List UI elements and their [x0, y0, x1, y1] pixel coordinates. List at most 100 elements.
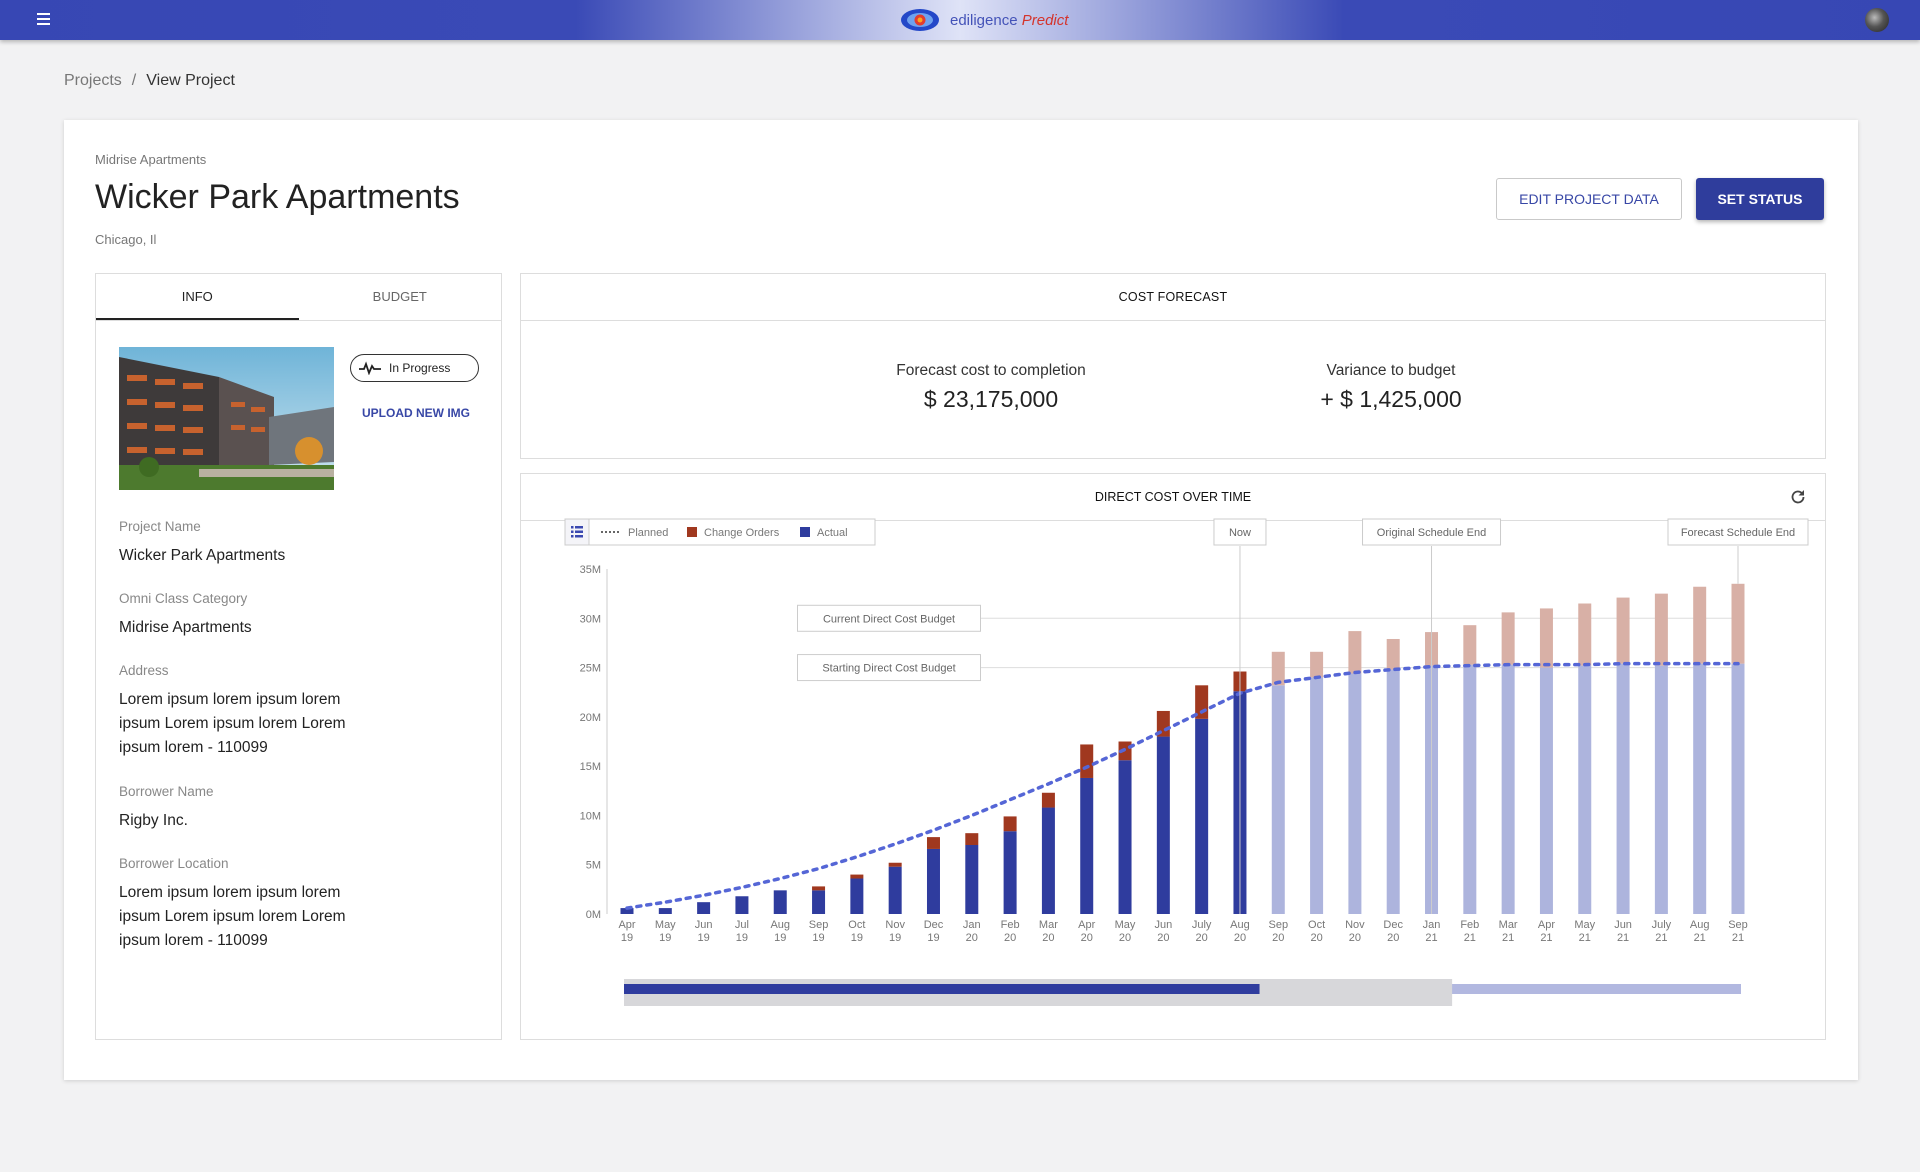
actual-bar	[773, 890, 787, 914]
x-tick-label-month: Nov	[1345, 919, 1365, 931]
eye-logo-icon	[901, 9, 939, 31]
legend-toggle-icon-dot	[571, 530, 574, 533]
change-order-bar	[812, 886, 826, 891]
x-tick-label-month: Feb	[1460, 919, 1479, 931]
x-tick-label-year: 19	[621, 932, 633, 944]
change-order-bar	[1654, 593, 1668, 666]
x-tick-label-month: Mar	[1039, 919, 1058, 931]
x-tick-label-year: 20	[966, 932, 978, 944]
x-tick-label-year: 19	[927, 932, 939, 944]
brand[interactable]: ediligence Predict	[900, 7, 1068, 33]
actual-bar	[1041, 807, 1055, 914]
project-location: Chicago, Il	[95, 232, 157, 247]
x-tick-label-year: 20	[1042, 932, 1054, 944]
field-label: Omni Class Category	[119, 591, 248, 606]
x-tick-label-month: Mar	[1499, 919, 1518, 931]
change-order-bar	[1731, 583, 1745, 664]
actual-bar	[735, 896, 749, 914]
change-order-bar	[1463, 625, 1477, 665]
x-tick-label-month: Oct	[848, 919, 865, 931]
direct-cost-chart-panel: DIRECT COST OVER TIME 0M 5M 10M 15M 20M 25M 30…	[520, 473, 1826, 1040]
cost-forecast-panel: COST FORECAST Forecast cost to completio…	[520, 273, 1826, 459]
actual-bar	[1310, 677, 1324, 914]
activity-pulse-icon	[359, 361, 381, 375]
x-tick-label-year: 20	[1081, 932, 1093, 944]
range-actual-fill	[624, 984, 1260, 994]
legend-toggle-icon-bar	[575, 526, 583, 529]
x-tick-label-month: Dec	[1383, 919, 1403, 931]
breadcrumb: Projects / View Project	[64, 72, 235, 90]
change-order-bar	[850, 874, 864, 879]
x-tick-label-year: 21	[1617, 932, 1629, 944]
tab-budget[interactable]: BUDGET	[299, 274, 502, 320]
field-label: Project Name	[119, 519, 201, 534]
x-tick-label-month: Sep	[1268, 919, 1288, 931]
change-order-bar	[1080, 744, 1094, 778]
top-app-bar: ediligence Predict	[0, 0, 1920, 40]
change-order-bar	[1578, 603, 1592, 666]
x-tick-label-month: Feb	[1001, 919, 1020, 931]
hamburger-menu-icon[interactable]	[37, 13, 50, 25]
change-order-bar	[1501, 612, 1515, 665]
project-image	[119, 347, 334, 490]
info-tabs: INFO BUDGET	[96, 274, 501, 321]
status-pill[interactable]: In Progress	[350, 354, 479, 382]
variance-metric: Variance to budget + $ 1,425,000	[1271, 362, 1511, 413]
change-order-bar	[888, 862, 902, 867]
x-tick-label-year: 19	[812, 932, 824, 944]
x-tick-label-year: 20	[1119, 932, 1131, 944]
actual-bar	[812, 890, 826, 914]
field-value: Lorem ipsum lorem ipsum lorem ipsum Lore…	[119, 691, 346, 756]
change-order-bar	[1693, 586, 1707, 664]
starting-budget-annotation-label: Starting Direct Cost Budget	[822, 663, 955, 675]
field-omni-class-category: Omni Class Category Midrise Apartments	[119, 591, 369, 640]
x-tick-label-year: 19	[736, 932, 748, 944]
breadcrumb-current: View Project	[146, 72, 235, 89]
x-tick-label-month: May	[1115, 919, 1136, 931]
change-order-bar	[1310, 651, 1324, 678]
legend-toggle-icon-bar	[575, 530, 583, 533]
x-tick-label-year: 20	[1387, 932, 1399, 944]
actual-bar	[1501, 664, 1515, 914]
x-tick-label-year: 21	[1464, 932, 1476, 944]
edit-project-data-button[interactable]: EDIT PROJECT DATA	[1496, 178, 1682, 220]
x-tick-label-month: July	[1652, 919, 1672, 931]
x-tick-label-year: 21	[1502, 932, 1514, 944]
x-tick-label-year: 21	[1579, 932, 1591, 944]
breadcrumb-projects-link[interactable]: Projects	[64, 72, 122, 90]
forecast-completion-metric: Forecast cost to completion $ 23,175,000	[851, 362, 1131, 413]
forecast-schedule-end-annotation-label: Forecast Schedule End	[1681, 527, 1795, 539]
project-card: Midrise Apartments Wicker Park Apartment…	[64, 120, 1858, 1080]
y-tick-label: 30M	[580, 613, 601, 625]
y-tick-label: 20M	[580, 712, 601, 724]
set-status-button[interactable]: SET STATUS	[1696, 178, 1824, 220]
field-value: Midrise Apartments	[119, 619, 252, 636]
tab-info[interactable]: INFO	[96, 274, 299, 320]
x-tick-label-year: 19	[889, 932, 901, 944]
field-borrower-name: Borrower Name Rigby Inc.	[119, 784, 369, 833]
cost-forecast-heading: COST FORECAST	[521, 274, 1825, 321]
x-tick-label-month: July	[1192, 919, 1212, 931]
x-tick-label-month: Nov	[885, 919, 905, 931]
actual-bar	[1539, 667, 1553, 914]
y-tick-label: 5M	[586, 860, 601, 872]
x-tick-label-year: 20	[1349, 932, 1361, 944]
actual-bar	[1156, 736, 1170, 914]
change-order-bar	[926, 837, 940, 849]
field-borrower-location: Borrower Location Lorem ipsum lorem ipsu…	[119, 856, 369, 953]
field-label: Borrower Name	[119, 784, 214, 799]
x-tick-label-year: 21	[1732, 932, 1744, 944]
user-avatar[interactable]	[1865, 8, 1889, 32]
actual-bar	[658, 908, 672, 914]
original-schedule-end-annotation-label: Original Schedule End	[1377, 527, 1486, 539]
forecast-completion-value: $ 23,175,000	[923, 386, 1059, 412]
field-project-name: Project Name Wicker Park Apartments	[119, 519, 369, 568]
actual-bar	[926, 848, 940, 914]
x-tick-label-year: 19	[851, 932, 863, 944]
x-tick-label-month: Sep	[809, 919, 829, 931]
x-tick-label-month: Jan	[963, 919, 981, 931]
y-tick-label: 25M	[580, 663, 601, 675]
upload-new-image-link[interactable]: UPLOAD NEW IMG	[362, 406, 470, 420]
actual-bar	[697, 902, 711, 914]
x-tick-label-month: May	[655, 919, 676, 931]
